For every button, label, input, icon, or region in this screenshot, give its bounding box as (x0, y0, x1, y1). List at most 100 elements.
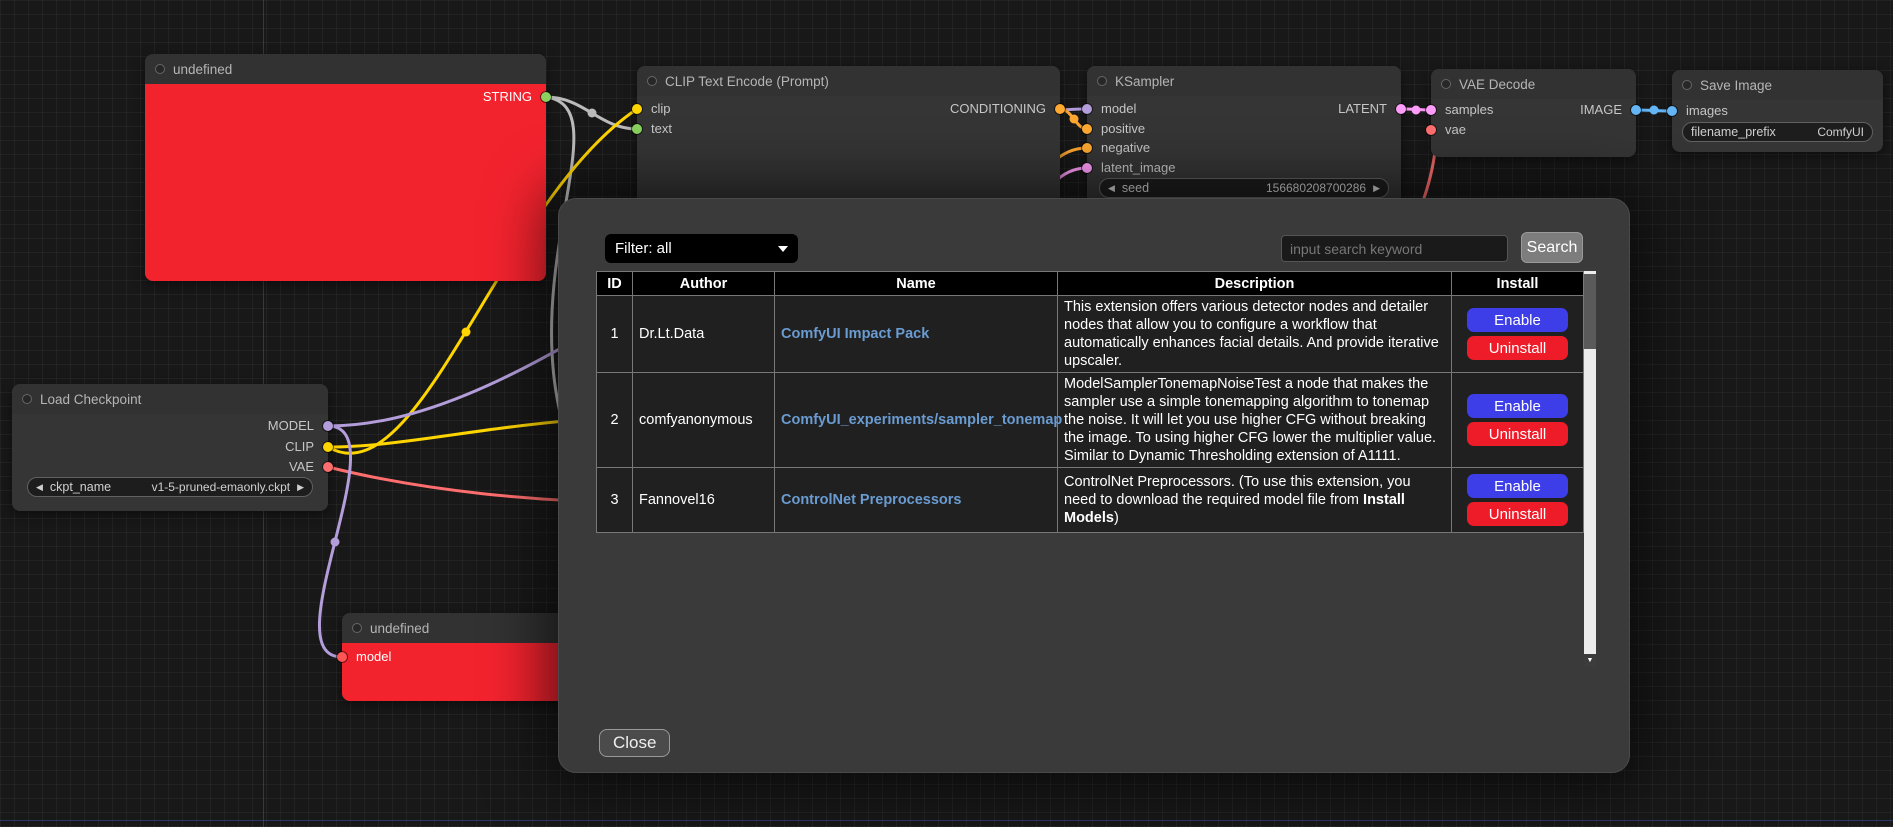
node-title: VAE Decode (1459, 77, 1535, 92)
node-title-bar[interactable]: Save Image (1672, 70, 1883, 100)
output-port-string[interactable] (541, 92, 551, 102)
slot-label: MODEL (268, 416, 314, 436)
output-port-conditioning[interactable] (1055, 104, 1065, 114)
scrollbar-thumb[interactable] (1584, 274, 1596, 349)
input-port-negative[interactable] (1082, 143, 1092, 153)
input-port-model[interactable] (337, 652, 347, 662)
seed-widget[interactable]: ◀ seed 156680208700286 ▶ (1099, 178, 1389, 198)
slot-label: negative (1101, 140, 1150, 155)
node-save-image[interactable]: Save Image images filename_prefix ComfyU… (1672, 70, 1883, 152)
slot-label: LATENT (1338, 99, 1387, 119)
input-port-latent-image[interactable] (1082, 163, 1092, 173)
uninstall-button[interactable]: Uninstall (1467, 336, 1568, 360)
input-port-samples[interactable] (1426, 105, 1436, 115)
extension-link[interactable]: ControlNet Preprocessors (781, 492, 962, 508)
input-port-positive[interactable] (1082, 124, 1092, 134)
arrow-left-icon[interactable]: ◀ (36, 482, 43, 493)
input-port-vae[interactable] (1426, 125, 1436, 135)
node-title: CLIP Text Encode (Prompt) (665, 74, 829, 89)
column-header-install: Install (1452, 272, 1584, 296)
filter-select-value: Filter: all (615, 240, 672, 257)
node-title: KSampler (1115, 74, 1174, 89)
widget-value: v1-5-pruned-emaonly.ckpt (152, 480, 291, 494)
node-undefined-top[interactable]: undefined STRING (145, 54, 546, 281)
wire-dot (331, 538, 340, 547)
widget-name: seed (1122, 181, 1149, 195)
enable-button[interactable]: Enable (1467, 474, 1568, 498)
node-title-bar[interactable]: VAE Decode (1431, 69, 1636, 99)
node-collapse-icon[interactable] (352, 623, 362, 633)
node-collapse-icon[interactable] (647, 76, 657, 86)
node-undefined-bottom[interactable]: undefined model (342, 613, 572, 701)
table-scrollbar[interactable]: ▼ (1584, 271, 1596, 667)
widget-name: filename_prefix (1691, 125, 1776, 139)
column-header-name: Name (775, 272, 1058, 296)
node-load-checkpoint[interactable]: Load Checkpoint MODEL CLIP VAE ◀ ckpt_na… (12, 384, 328, 511)
column-header-author: Author (633, 272, 775, 296)
node-collapse-icon[interactable] (155, 64, 165, 74)
slot-label: IMAGE (1580, 100, 1622, 120)
widget-name: ckpt_name (50, 480, 111, 494)
node-collapse-icon[interactable] (1441, 79, 1451, 89)
close-button[interactable]: Close (599, 729, 670, 757)
arrow-right-icon[interactable]: ▶ (297, 482, 304, 493)
wire-dot (462, 328, 471, 337)
input-port-text[interactable] (632, 124, 642, 134)
extension-link[interactable]: ComfyUI Impact Pack (781, 326, 929, 342)
manager-dialog: Filter: all Search ID Author Name Descri… (558, 198, 1630, 773)
extension-link[interactable]: ComfyUI_experiments/sampler_tonemap (781, 412, 1062, 428)
uninstall-button[interactable]: Uninstall (1467, 502, 1568, 526)
slot-label: CONDITIONING (950, 99, 1046, 119)
table-row: 3 Fannovel16 ControlNet Preprocessors Co… (597, 468, 1584, 533)
uninstall-button[interactable]: Uninstall (1467, 422, 1568, 446)
slot-label: clip (651, 101, 671, 116)
node-title-bar[interactable]: undefined (342, 613, 572, 643)
arrow-left-icon[interactable]: ◀ (1108, 183, 1115, 194)
table-row: 2 comfyanonymous ComfyUI_experiments/sam… (597, 373, 1584, 468)
comfyui-canvas[interactable]: undefined STRING CLIP Text Encode (Promp… (0, 0, 1893, 827)
output-port-vae[interactable] (323, 462, 333, 472)
column-header-description: Description (1058, 272, 1452, 296)
cell-id: 1 (597, 296, 633, 373)
cell-id: 2 (597, 373, 633, 468)
filter-select[interactable]: Filter: all (605, 234, 798, 263)
node-title-bar[interactable]: undefined (145, 54, 546, 84)
output-port-latent[interactable] (1396, 104, 1406, 114)
input-port-clip[interactable] (632, 104, 642, 114)
cell-author: Fannovel16 (633, 468, 775, 533)
slot-label: text (651, 121, 672, 136)
output-port-image[interactable] (1631, 105, 1641, 115)
enable-button[interactable]: Enable (1467, 308, 1568, 332)
slot-label: model (356, 649, 391, 664)
enable-button[interactable]: Enable (1467, 394, 1568, 418)
widget-value: 156680208700286 (1266, 181, 1366, 195)
search-input[interactable] (1281, 235, 1508, 262)
caret-down-icon: ▼ (1587, 657, 1594, 664)
ckpt-name-widget[interactable]: ◀ ckpt_name v1-5-pruned-emaonly.ckpt ▶ (27, 477, 313, 497)
slot-label: samples (1445, 102, 1493, 117)
node-title-bar[interactable]: KSampler (1087, 66, 1401, 96)
node-title-bar[interactable]: Load Checkpoint (12, 384, 328, 414)
cell-description: This extension offers various detector n… (1058, 296, 1452, 373)
node-collapse-icon[interactable] (1682, 80, 1692, 90)
input-port-images[interactable] (1667, 106, 1677, 116)
node-collapse-icon[interactable] (1097, 76, 1107, 86)
wire-dot (1412, 106, 1421, 115)
input-port-model[interactable] (1082, 104, 1092, 114)
column-header-id: ID (597, 272, 633, 296)
node-collapse-icon[interactable] (22, 394, 32, 404)
slot-label: images (1686, 103, 1728, 118)
node-title: undefined (370, 621, 429, 636)
node-title-bar[interactable]: CLIP Text Encode (Prompt) (637, 66, 1060, 96)
slot-label: vae (1445, 122, 1466, 137)
cell-id: 3 (597, 468, 633, 533)
arrow-right-icon[interactable]: ▶ (1373, 183, 1380, 194)
node-vae-decode[interactable]: VAE Decode samples IMAGE vae (1431, 69, 1636, 157)
cell-description: ModelSamplerTonemapNoiseTest a node that… (1058, 373, 1452, 468)
output-port-model[interactable] (323, 421, 333, 431)
wire-dot (588, 109, 597, 118)
search-button[interactable]: Search (1521, 232, 1583, 263)
filename-prefix-widget[interactable]: filename_prefix ComfyUI (1682, 122, 1873, 142)
scroll-down-button[interactable]: ▼ (1584, 654, 1596, 667)
output-port-clip[interactable] (323, 442, 333, 452)
